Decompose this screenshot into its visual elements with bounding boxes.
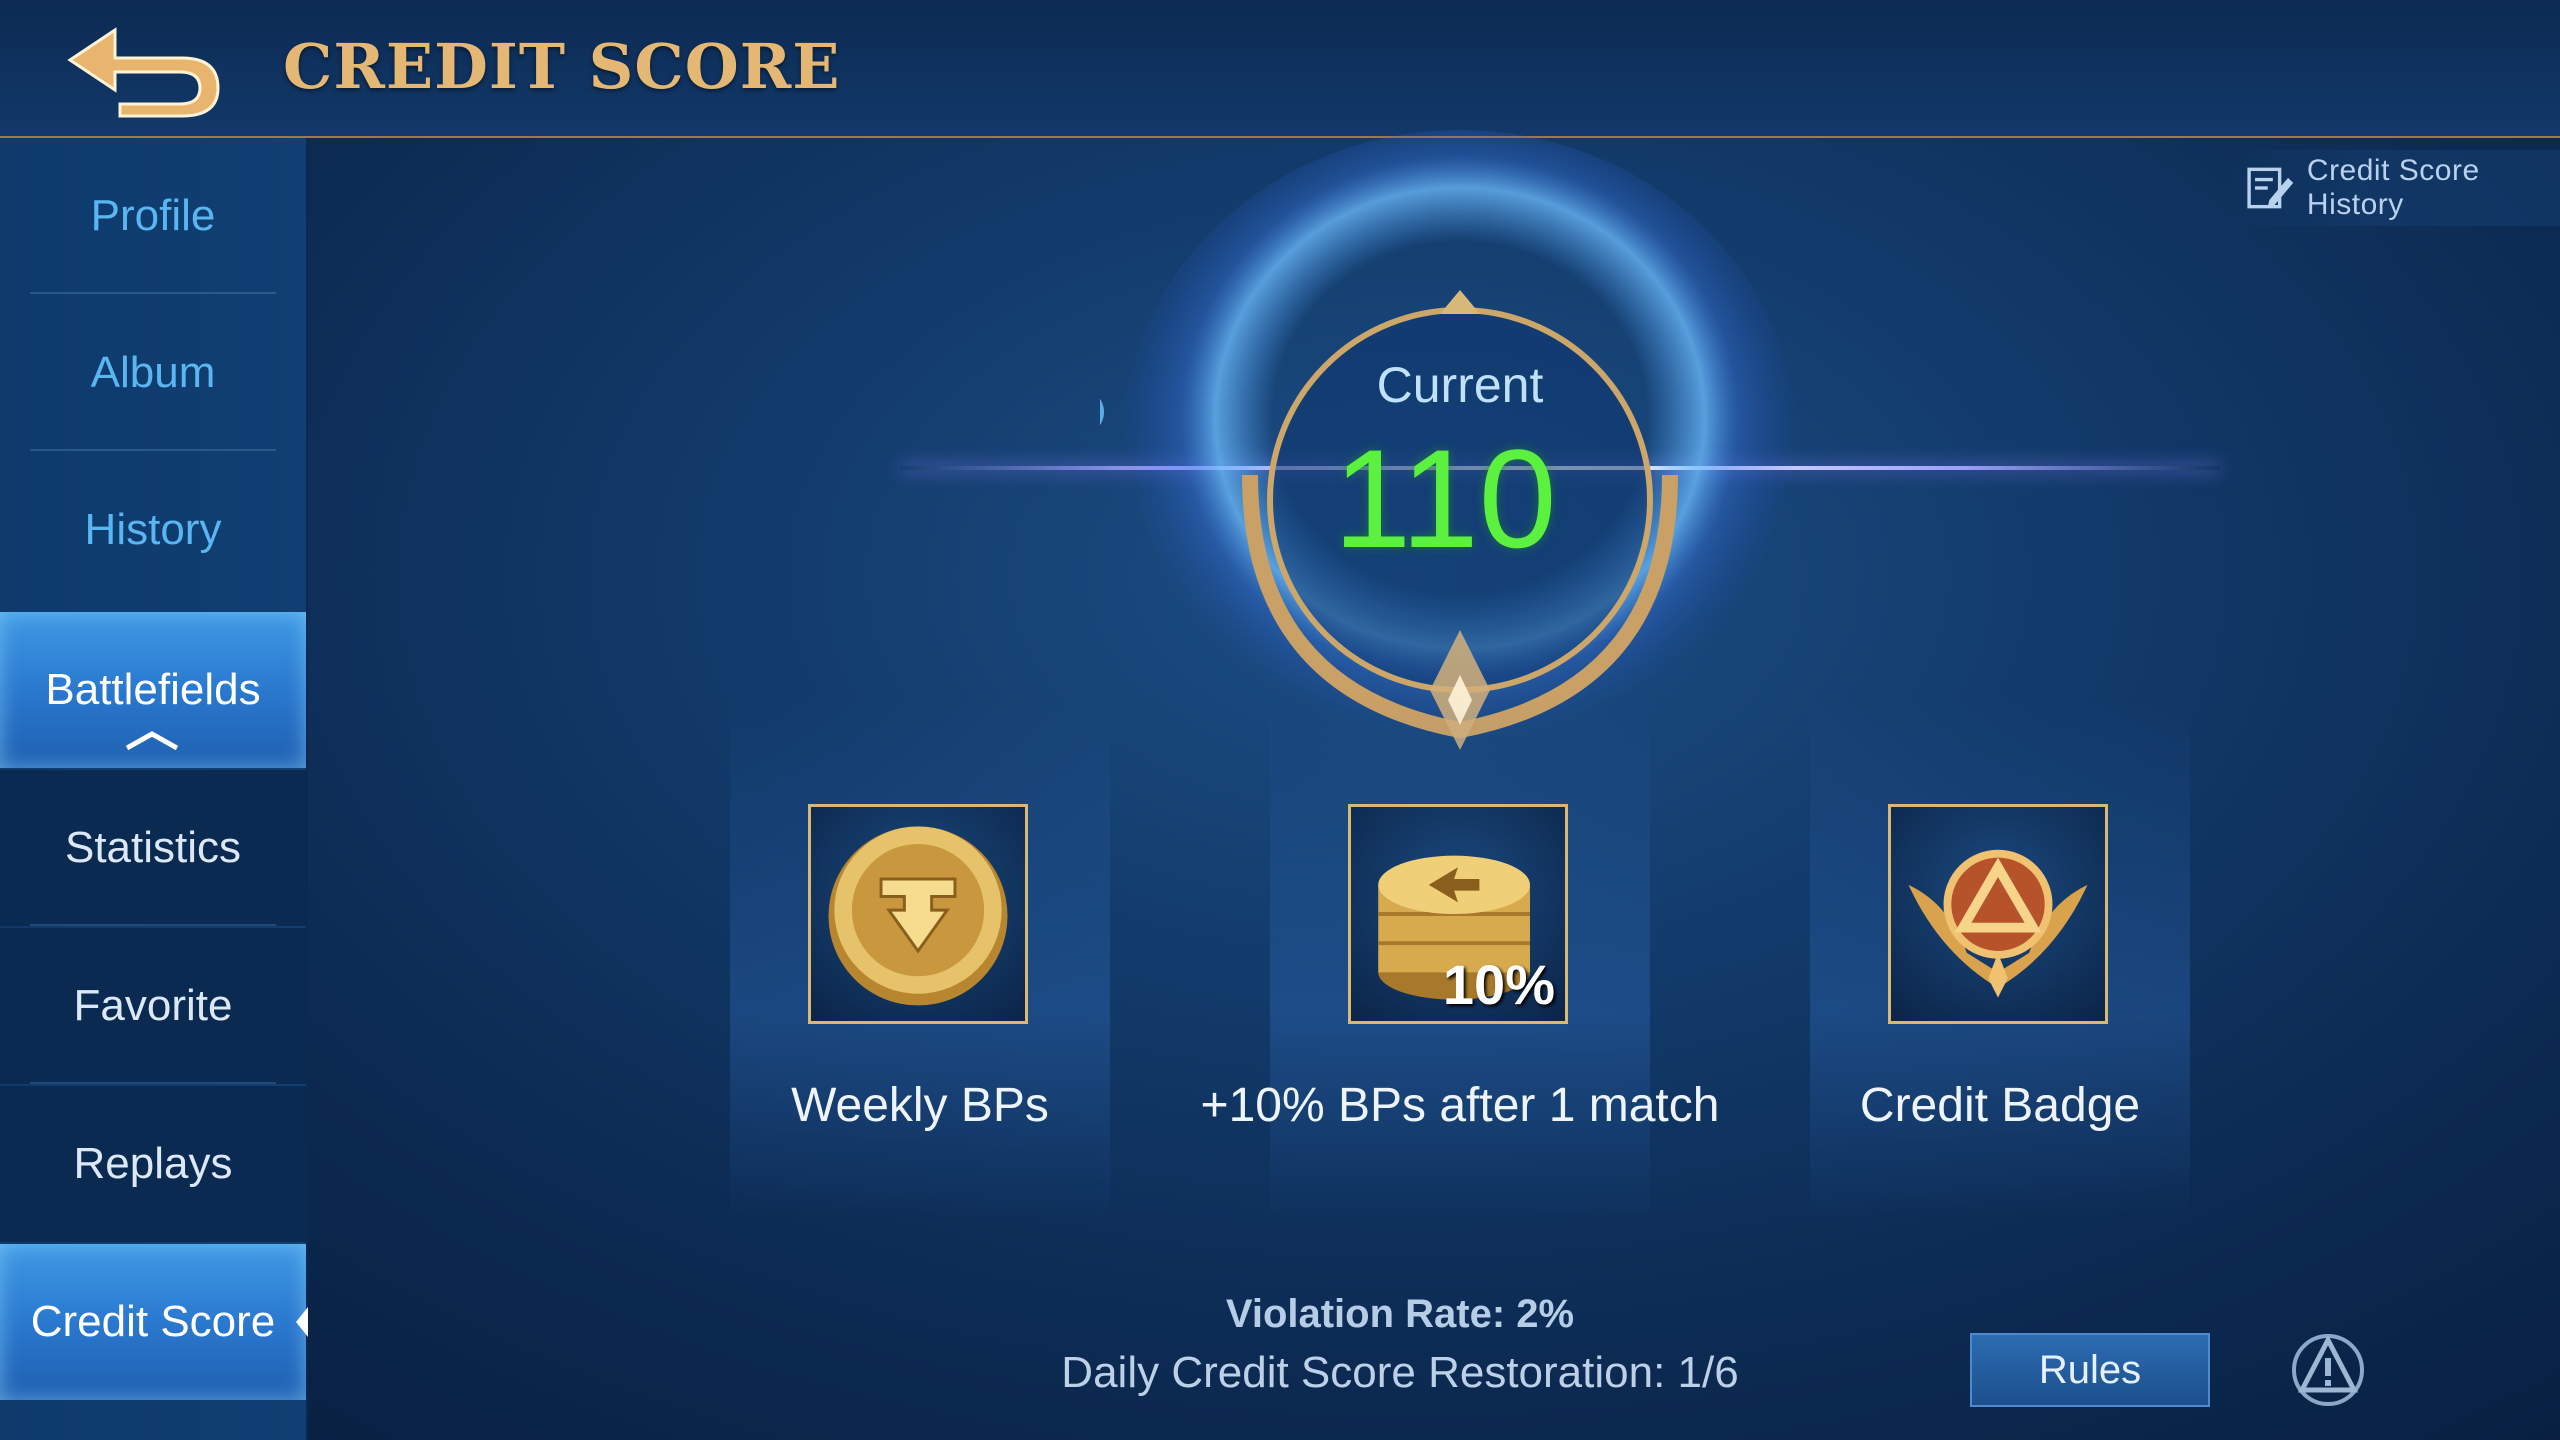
credit-score-value: 110 bbox=[1333, 420, 1557, 577]
divider bbox=[30, 292, 276, 294]
credit-badge-icon bbox=[1908, 849, 2088, 998]
bp-bonus-reward[interactable]: 10% bbox=[1348, 804, 1568, 1024]
edit-note-icon bbox=[2247, 167, 2294, 209]
credit-score-history-link[interactable]: Credit Score History bbox=[2230, 150, 2560, 226]
sidebar-item-profile[interactable]: Profile bbox=[0, 138, 306, 294]
weekly-bp-reward[interactable] bbox=[808, 804, 1028, 1024]
daily-restoration: Daily Credit Score Restoration: 1/6 bbox=[1061, 1348, 1739, 1397]
selected-pointer-icon bbox=[296, 1307, 308, 1337]
chevron-up-icon bbox=[125, 731, 179, 750]
page-title: CREDIT SCORE bbox=[283, 30, 841, 103]
top-bar: CREDIT SCORE bbox=[0, 0, 2560, 138]
sidebar-item-favorite[interactable]: Favorite bbox=[0, 928, 306, 1084]
sidebar-item-label: Replays bbox=[73, 1139, 233, 1188]
divider bbox=[30, 924, 276, 926]
current-score-label: Current bbox=[1376, 357, 1544, 413]
sidebar: Profile Album History Battlefields Stati… bbox=[0, 138, 308, 1440]
credit-badge-reward[interactable] bbox=[1888, 804, 2108, 1024]
sidebar-item-label: Statistics bbox=[64, 823, 242, 872]
sidebar-item-label: Favorite bbox=[73, 981, 233, 1030]
history-link-label: Credit Score History bbox=[2306, 154, 2480, 221]
back-arrow-icon bbox=[67, 27, 220, 118]
rules-button[interactable]: Rules bbox=[1970, 1333, 2210, 1407]
sidebar-item-label: Credit Score bbox=[30, 1297, 276, 1346]
report-warning-icon bbox=[2292, 1334, 2364, 1406]
divider bbox=[30, 1082, 276, 1084]
reward-label: +10% BPs after 1 match bbox=[1200, 1079, 1720, 1132]
reward-label: Weekly BPs bbox=[791, 1079, 1049, 1132]
sidebar-item-battlefields[interactable]: Battlefields bbox=[0, 612, 306, 768]
sidebar-item-credit-score[interactable]: Credit Score bbox=[0, 1244, 308, 1400]
sidebar-item-replays[interactable]: Replays bbox=[0, 1086, 306, 1242]
violation-rate: Violation Rate: 2% bbox=[1225, 1292, 1575, 1336]
report-button[interactable] bbox=[2288, 1330, 2368, 1410]
sidebar-item-label: Profile bbox=[90, 191, 216, 240]
back-button[interactable] bbox=[60, 20, 230, 120]
sidebar-item-label: History bbox=[84, 505, 222, 554]
sidebar-item-history[interactable]: History bbox=[0, 452, 306, 608]
sidebar-item-album[interactable]: Album bbox=[0, 295, 306, 451]
sidebar-item-label: Battlefields bbox=[45, 665, 261, 714]
divider bbox=[30, 449, 276, 451]
bonus-badge: 10% bbox=[1442, 953, 1555, 1016]
sidebar-item-label: Album bbox=[90, 348, 216, 397]
sidebar-item-statistics[interactable]: Statistics bbox=[0, 770, 306, 926]
bp-coin-icon bbox=[828, 826, 1008, 1006]
reward-label: Credit Badge bbox=[1859, 1079, 2141, 1132]
